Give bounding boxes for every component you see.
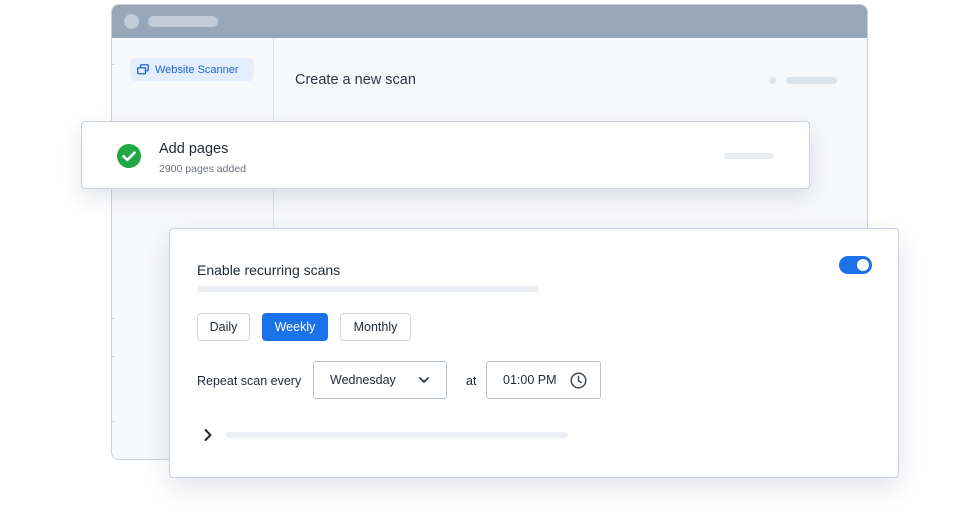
sidebar-item-label: Website Scanner bbox=[155, 63, 239, 76]
sidebar-item-website-scanner[interactable]: Website Scanner bbox=[130, 58, 254, 81]
recurring-scans-toggle[interactable] bbox=[839, 256, 872, 274]
window-titlebar bbox=[112, 5, 867, 38]
page-title: Create a new scan bbox=[295, 72, 416, 88]
sidebar-tick bbox=[112, 64, 115, 65]
time-input[interactable]: 01:00 PM bbox=[486, 361, 601, 399]
clock-icon[interactable] bbox=[570, 372, 587, 389]
toggle-knob bbox=[857, 259, 869, 271]
recurring-scans-title: Enable recurring scans bbox=[197, 262, 341, 278]
at-label: at bbox=[466, 374, 477, 388]
sidebar-tick bbox=[112, 421, 115, 422]
window-stack-icon bbox=[137, 64, 149, 75]
add-pages-card: Add pages 2900 pages added bbox=[81, 121, 810, 189]
window-control-dot[interactable] bbox=[124, 14, 139, 29]
sidebar-tick bbox=[112, 318, 115, 319]
add-pages-title: Add pages bbox=[159, 141, 229, 157]
day-select[interactable]: Wednesday bbox=[313, 361, 447, 399]
header-placeholder-bar bbox=[786, 77, 837, 84]
recurring-scans-card: Enable recurring scans Daily Weekly Mont… bbox=[169, 228, 899, 478]
sidebar-tick bbox=[112, 356, 115, 357]
day-select-value: Wednesday bbox=[330, 373, 396, 387]
advanced-options-placeholder-bar bbox=[226, 432, 568, 438]
chevron-right-icon[interactable] bbox=[203, 428, 213, 442]
header-placeholder-dot bbox=[769, 77, 776, 84]
description-placeholder-bar bbox=[197, 286, 539, 292]
time-input-value: 01:00 PM bbox=[503, 373, 557, 387]
card-placeholder-bar bbox=[724, 153, 774, 159]
pages-added-count: 2900 pages added bbox=[159, 163, 246, 175]
frequency-weekly-button[interactable]: Weekly bbox=[262, 313, 328, 341]
window-title-placeholder bbox=[148, 16, 218, 27]
repeat-scan-label: Repeat scan every bbox=[197, 374, 302, 388]
frequency-monthly-button[interactable]: Monthly bbox=[340, 313, 411, 341]
check-circle-icon bbox=[117, 144, 141, 168]
chevron-down-icon bbox=[419, 377, 429, 383]
frequency-daily-button[interactable]: Daily bbox=[197, 313, 250, 341]
